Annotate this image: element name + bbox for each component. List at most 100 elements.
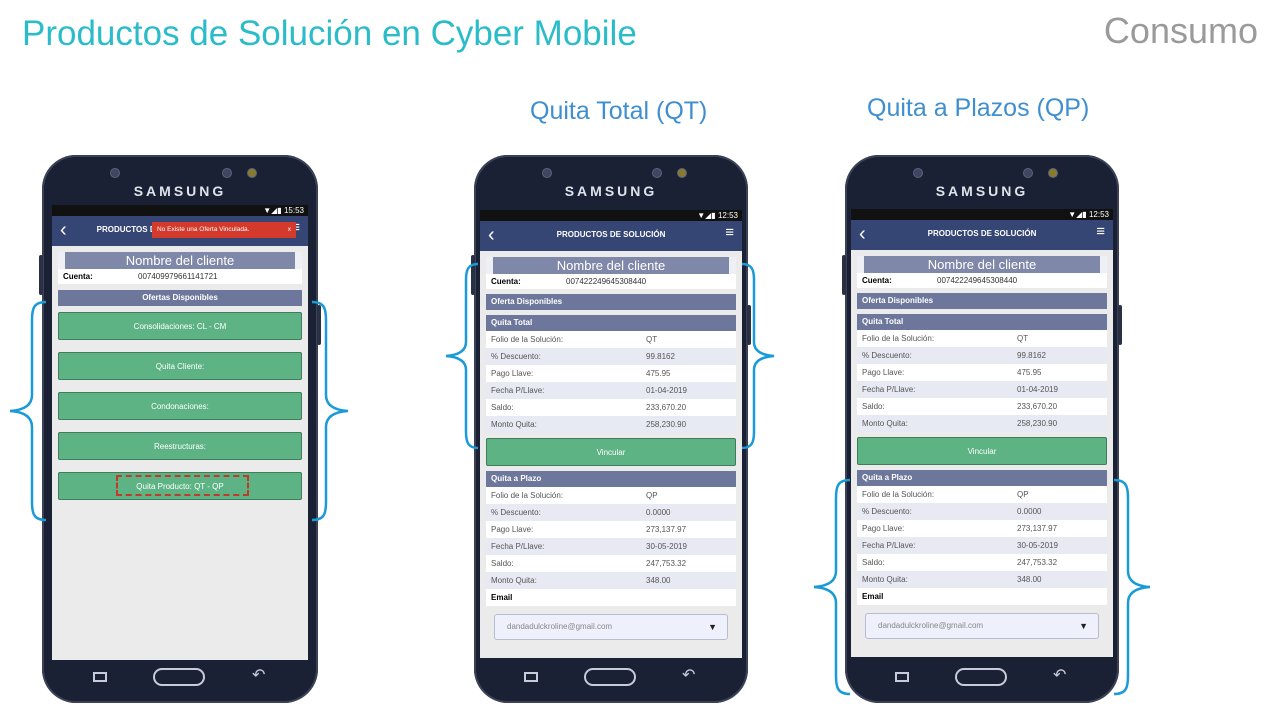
detail-label: Monto Quita: [491,420,537,429]
detail-row: Pago Llave: 273,137.97 [486,521,736,538]
error-toast: No Existe una Oferta Vinculada. x [152,222,296,238]
detail-row: % Descuento: 0.0000 [486,504,736,521]
offer-button-quita-producto[interactable]: Quita Producto: QT - QP [58,472,302,500]
detail-label: Fecha P/Llave: [491,542,545,551]
phone-screen: ▼◢▮ 12:53 ‹ PRODUCTOS DE SOLUCIÓN ≡ Nomb… [851,209,1113,657]
detail-label: % Descuento: [491,508,541,517]
detail-label: % Descuento: [491,352,541,361]
phone-brand: SAMSUNG [133,183,227,199]
phone-brand: SAMSUNG [935,183,1029,199]
account-row: Cuenta: 007422249645308440 [857,273,1107,288]
quita-total-details: Folio de la Solución: QT % Descuento: 99.8… [857,330,1107,432]
detail-label: Pago Llave: [491,525,534,534]
detail-value: 0.0000 [646,508,671,517]
email-select-value: dandadulckroline@gmail.com [507,622,613,631]
detail-value: 247,753.32 [1017,558,1058,567]
back-arrow-icon[interactable]: ↶ [682,665,695,685]
detail-label: Saldo: [491,559,514,568]
detail-label: Monto Quita: [862,419,908,428]
detail-value: 258,230.90 [1017,419,1058,428]
recent-apps-icon[interactable] [895,672,909,682]
detail-label: Monto Quita: [491,576,537,585]
detail-row: Folio de la Solución: QP [486,487,736,504]
detail-value: 475.95 [1017,368,1042,377]
detail-value: 30-05-2019 [1017,541,1058,550]
account-value: 007422249645308440 [566,277,647,286]
offer-button-consolidaciones[interactable]: Consolidaciones: CL - CM [58,312,302,340]
right-brace-qt [741,262,775,450]
email-select[interactable]: dandadulckroline@gmail.com ▼ [494,614,728,640]
highlight-box [116,475,249,496]
offers-section-header: Oferta Disponibles [486,294,736,310]
caret-down-icon: ▼ [708,622,717,632]
detail-row: Pago Llave: 475.95 [486,365,736,382]
quita-total-header: Quita Total [857,314,1107,330]
detail-label: Pago Llave: [862,524,905,533]
home-button-icon[interactable] [153,668,205,686]
back-arrow-icon[interactable]: ↶ [1053,665,1066,685]
phone-brand: SAMSUNG [564,183,658,199]
detail-value: QT [1017,334,1029,343]
account-label: Cuenta: [491,277,521,286]
detail-row: Folio de la Solución: QT [857,330,1107,347]
right-brace-phone-1 [311,300,349,522]
status-time: 12:53 [1088,210,1109,219]
toast-close-button[interactable]: x [288,222,291,238]
app-title: PRODUCTOS DE SOLUCIÓN [927,229,1037,238]
detail-value: 30-05-2019 [646,542,687,551]
app-title: PRODUCTOS DE SOLUCIÓN [556,230,666,239]
detail-label: % Descuento: [862,507,912,516]
detail-label: Folio de la Solución: [491,491,564,500]
detail-row: Saldo: 247,753.32 [857,554,1107,571]
account-value: 007409979661141721 [138,272,218,281]
detail-value: 273,137.97 [1017,524,1058,533]
quita-plazo-details: Folio de la Solución: QP % Descuento: 0.00… [857,486,1107,588]
offer-button-reestructuras[interactable]: Reestructuras: [58,432,302,460]
column-title-qp: Quita a Plazos (QP) [867,94,1090,122]
detail-label: % Descuento: [862,351,912,360]
detail-row: % Descuento: 99.8162 [486,348,736,365]
detail-value: 01-04-2019 [646,386,687,395]
recent-apps-icon[interactable] [524,672,538,682]
vincular-button[interactable]: Vincular [486,438,736,466]
app-bar: ‹ PRODUCTOS DE SOLUCIÓN ≡ [480,221,742,251]
detail-label: Pago Llave: [862,368,905,377]
status-time: 12:53 [717,211,738,220]
detail-row: % Descuento: 99.8162 [857,347,1107,364]
vincular-button[interactable]: Vincular [857,437,1107,465]
offer-button-condonaciones[interactable]: Condonaciones: [58,392,302,420]
detail-value: 233,670.20 [1017,402,1058,411]
detail-label: Pago Llave: [491,369,534,378]
right-brace-qp [1113,478,1151,696]
email-select-value: dandadulckroline@gmail.com [878,621,984,630]
home-button-icon[interactable] [955,668,1007,686]
detail-row: Saldo: 233,670.20 [857,398,1107,415]
detail-value: 233,670.20 [646,403,687,412]
detail-value: 247,753.32 [646,559,687,568]
detail-row: Fecha P/Llave: 30-05-2019 [486,538,736,555]
email-select[interactable]: dandadulckroline@gmail.com ▼ [865,613,1099,639]
back-arrow-icon[interactable]: ↶ [252,665,265,685]
phone-1: SAMSUNG ▼◢▮ 15:53 ‹ PRODUCTOS DE SOLUCIÓ… [39,155,321,703]
device-nav-bar: ↶ [845,657,1119,703]
phone-3: SAMSUNG ▼◢▮ 12:53 ‹ PRODUCTOS DE SOLUCIÓ… [842,155,1122,703]
status-time: 15:53 [283,206,304,215]
quita-plazo-details: Folio de la Solución: QP % Descuento: 0.00… [486,487,736,589]
home-button-icon[interactable] [584,668,636,686]
hamburger-menu-icon[interactable]: ≡ [725,224,734,241]
detail-label: Monto Quita: [862,575,908,584]
detail-label: Folio de la Solución: [862,490,935,499]
detail-label: Folio de la Solución: [491,335,564,344]
hamburger-menu-icon[interactable]: ≡ [1096,223,1105,240]
slide-tag: Consumo [1103,10,1258,51]
left-brace-phone-1 [9,300,47,522]
detail-row: Fecha P/Llave: 30-05-2019 [857,537,1107,554]
slide-title: Productos de Solución en Cyber Mobile [22,14,637,53]
account-row: Cuenta: 007409979661141721 [58,269,302,284]
detail-row: Folio de la Solución: QT [486,331,736,348]
detail-row: Folio de la Solución: QP [857,486,1107,503]
app-bar: ‹ PRODUCTOS DE SOLUCIÓN ≡ No Existe una … [52,216,308,246]
recent-apps-icon[interactable] [93,672,107,682]
left-brace-qt [445,262,479,450]
offer-button-quita-cliente[interactable]: Quita Cliente: [58,352,302,380]
